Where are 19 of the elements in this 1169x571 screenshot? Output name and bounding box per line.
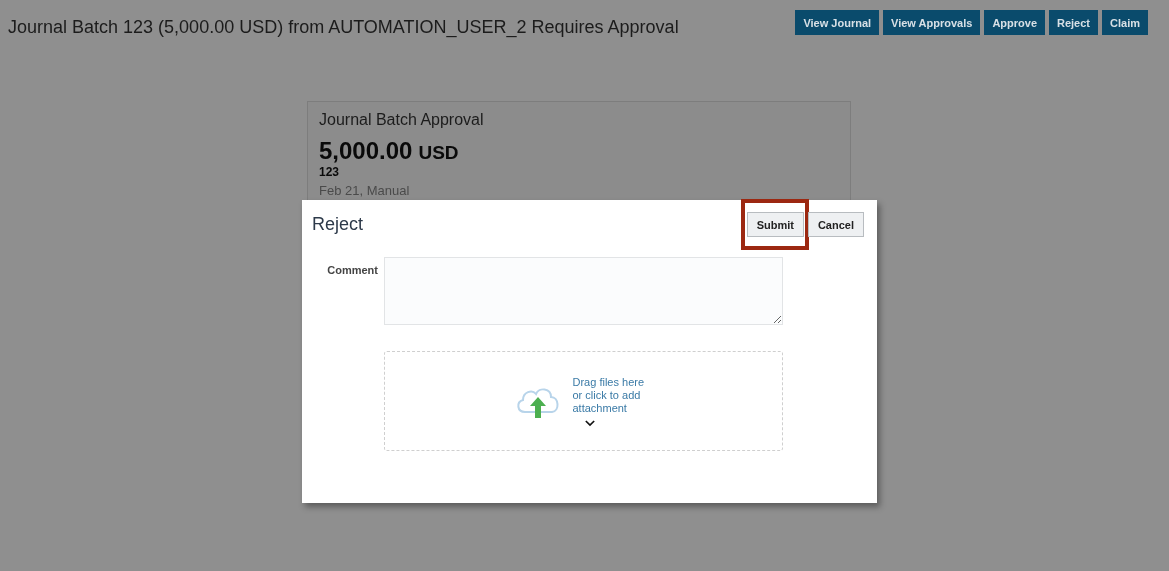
page-title: Journal Batch 123 (5,000.00 USD) from AUTOMATION_USER_2 Requires Approval: [8, 17, 679, 38]
comment-field[interactable]: [384, 257, 783, 325]
action-button[interactable]: View Approvals: [883, 10, 981, 35]
attachment-dropzone[interactable]: Drag files here or click to add attachment: [384, 351, 783, 451]
action-button[interactable]: Approve: [984, 10, 1045, 35]
action-button[interactable]: Claim: [1102, 10, 1148, 35]
dialog-button[interactable]: Cancel: [807, 212, 864, 237]
action-button[interactable]: Reject: [1049, 10, 1099, 35]
dialog-button[interactable]: Submit: [746, 212, 804, 237]
batch-number: 123: [319, 165, 341, 179]
chevron-down-icon[interactable]: [584, 419, 595, 427]
batch-details: Feb 21, Manual: [319, 183, 411, 198]
dropzone-text: Drag files here or click to add attachment: [572, 375, 646, 415]
card-title: Journal Batch Approval: [319, 111, 485, 129]
currency: USD: [418, 142, 459, 163]
action-button[interactable]: View Journal: [795, 10, 880, 35]
dialog-title: Reject: [312, 214, 364, 235]
amount: 5,000.00: [319, 137, 413, 164]
comment-label: Comment: [326, 264, 378, 278]
